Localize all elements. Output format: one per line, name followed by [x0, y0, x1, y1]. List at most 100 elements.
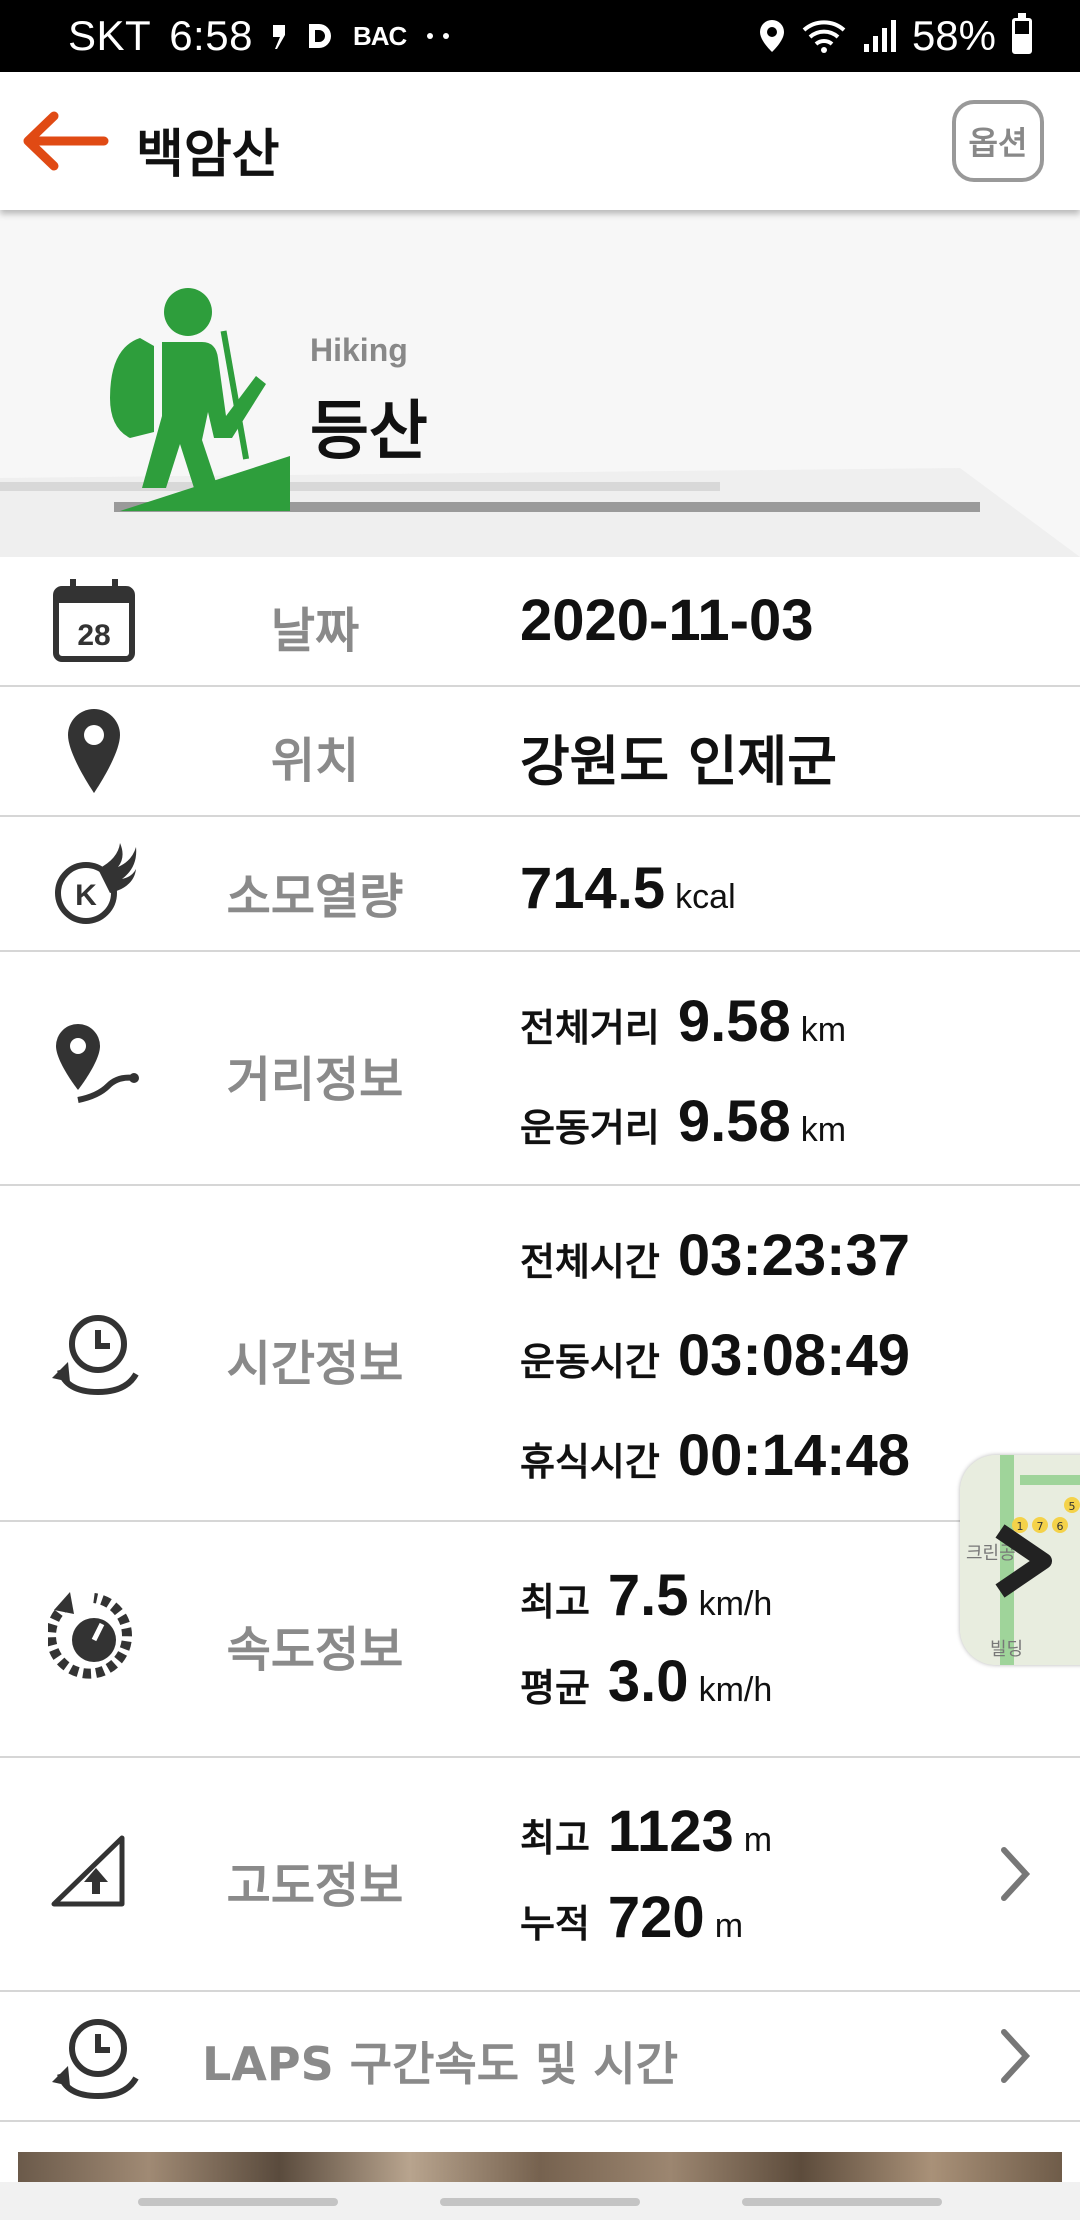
time-line-total: 전체시간 03:23:37 [520, 1222, 910, 1289]
location-label: 위치 [270, 733, 360, 789]
exercise-distance-value: 9.58 [677, 1089, 791, 1154]
cumulative-altitude-value: 720 [607, 1885, 705, 1950]
exercise-time-value: 03:08:49 [677, 1323, 911, 1388]
calorie-badge: K [75, 879, 97, 912]
max-altitude-value: 1123 [607, 1799, 734, 1864]
back-arrow-icon[interactable] [20, 106, 110, 176]
calorie-flame-icon: K [55, 843, 137, 924]
location-value: 강원도 인제군 [520, 730, 837, 793]
status-bar: SKT 6:58 BAC 58% [0, 0, 1080, 72]
bac-app-icon: BAC [352, 20, 407, 51]
d-app-icon [308, 24, 331, 48]
photo-strip[interactable] [18, 2152, 1062, 2182]
nav-recents-handle[interactable] [742, 2198, 942, 2206]
map-preview-button[interactable]: 5 7 6 1 크린공 빌딩 [960, 1455, 1080, 1665]
date-value: 2020-11-03 [520, 588, 814, 653]
cumulative-altitude-key: 누적 [520, 1902, 590, 1946]
nav-home-handle[interactable] [440, 2198, 640, 2206]
date-label: 날짜 [270, 603, 360, 659]
activity-hero: Hiking 등산 [0, 210, 1080, 557]
total-distance-unit: km [800, 1011, 847, 1049]
calories-value-line: 714.5 kcal [520, 855, 736, 922]
hiker-icon [110, 288, 290, 511]
altitude-row[interactable]: 고도정보 최고 1123 m 누적 720 m [0, 1758, 1080, 1992]
page-title: 백암산 [136, 125, 280, 185]
total-distance-key: 전체거리 [520, 1006, 660, 1050]
laps-label: LAPS 구간속도 및 시간 [202, 2037, 679, 2091]
distance-line-exercise: 운동거리 9.58 km [520, 1088, 846, 1155]
battery-percent: 58% [911, 12, 996, 59]
speed-line-max: 최고 7.5 km/h [520, 1562, 772, 1629]
map-label-building: 빌딩 [990, 1639, 1023, 1660]
signal-icon [863, 20, 896, 52]
avg-speed-unit: km/h [698, 1671, 773, 1709]
stopwatch-icon [52, 1315, 139, 1396]
speed-row: 속도정보 최고 7.5 km/h 평균 3.0 km/h [0, 1522, 1080, 1758]
speed-label: 속도정보 [226, 1622, 404, 1678]
nav-back-handle[interactable] [138, 2198, 338, 2206]
max-altitude-unit: m [743, 1821, 773, 1859]
option-button[interactable]: 옵션 [952, 100, 1044, 182]
app-header: 백암산 옵션 [0, 72, 1080, 210]
map-thumbnail: 5 7 6 1 크린공 빌딩 [960, 1455, 1080, 1665]
more-dots-icon [427, 33, 450, 39]
avg-speed-value: 3.0 [607, 1649, 689, 1714]
calories-value: 714.5 [520, 856, 666, 921]
exercise-time-key: 운동시간 [520, 1340, 660, 1384]
altitude-slope-icon [51, 1835, 125, 1907]
time-line-exercise: 운동시간 03:08:49 [520, 1322, 910, 1389]
total-time-value: 03:23:37 [677, 1223, 911, 1288]
wifi-icon [802, 20, 846, 53]
distance-row: 거리정보 전체거리 9.58 km 운동거리 9.58 km [0, 952, 1080, 1186]
altitude-line-cumulative: 누적 720 m [520, 1884, 743, 1951]
max-altitude-key: 최고 [520, 1816, 590, 1860]
location-value-line: 강원도 인제군 [520, 717, 837, 796]
calories-unit: kcal [675, 878, 736, 916]
chevron-right-icon[interactable] [996, 2026, 1036, 2086]
time-row: 시간정보 전체시간 03:23:37 운동시간 03:08:49 휴식시간 00… [0, 1186, 1080, 1522]
laps-stopwatch-icon [52, 2019, 139, 2100]
max-speed-unit: km/h [698, 1585, 773, 1623]
exercise-distance-key: 운동거리 [520, 1106, 660, 1150]
max-speed-value: 7.5 [607, 1563, 689, 1628]
rest-time-value: 00:14:48 [677, 1423, 911, 1488]
avg-speed-key: 평균 [520, 1666, 590, 1710]
map-label-7: 7 [1037, 1520, 1044, 1533]
cumulative-altitude-unit: m [714, 1907, 744, 1945]
battery-icon [1012, 13, 1032, 54]
system-nav-bar [0, 2182, 1080, 2220]
calendar-icon: 28 [53, 579, 135, 662]
map-label-1: 1 [1017, 1520, 1024, 1533]
total-time-key: 전체시간 [520, 1240, 660, 1284]
map-label-5: 5 [1069, 1500, 1076, 1513]
time-line-rest: 휴식시간 00:14:48 [520, 1422, 910, 1489]
notification-icon [272, 25, 285, 49]
distance-route-icon [56, 1024, 139, 1103]
altitude-label: 고도정보 [226, 1858, 404, 1914]
distance-line-total: 전체거리 9.58 km [520, 988, 846, 1055]
map-label-6: 6 [1057, 1520, 1064, 1533]
exercise-distance-unit: km [800, 1111, 847, 1149]
date-row: 28 날짜 2020-11-03 [0, 557, 1080, 687]
calories-label: 소모열량 [226, 869, 404, 925]
activity-title: 등산 [310, 395, 428, 469]
activity-subtitle: Hiking [310, 332, 408, 368]
distance-label: 거리정보 [226, 1052, 404, 1108]
date-value-line: 2020-11-03 [520, 587, 813, 654]
speedometer-icon [48, 1592, 132, 1679]
chevron-right-icon[interactable] [996, 1844, 1036, 1904]
max-speed-key: 최고 [520, 1580, 590, 1624]
location-pin-icon [68, 709, 120, 793]
calories-row: K 소모열량 714.5 kcal [0, 817, 1080, 952]
location-row: 위치 강원도 인제군 [0, 687, 1080, 817]
total-distance-value: 9.58 [677, 989, 791, 1054]
time-label: 시간정보 [226, 1336, 404, 1392]
laps-row[interactable]: LAPS 구간속도 및 시간 [0, 1992, 1080, 2122]
location-icon [759, 20, 784, 52]
altitude-line-max: 최고 1123 m [520, 1798, 772, 1865]
rest-time-key: 휴식시간 [520, 1440, 660, 1484]
calendar-day: 28 [77, 619, 110, 652]
clock: 6:58 [169, 12, 253, 59]
carrier-label: SKT [68, 12, 152, 59]
speed-line-avg: 평균 3.0 km/h [520, 1648, 772, 1715]
